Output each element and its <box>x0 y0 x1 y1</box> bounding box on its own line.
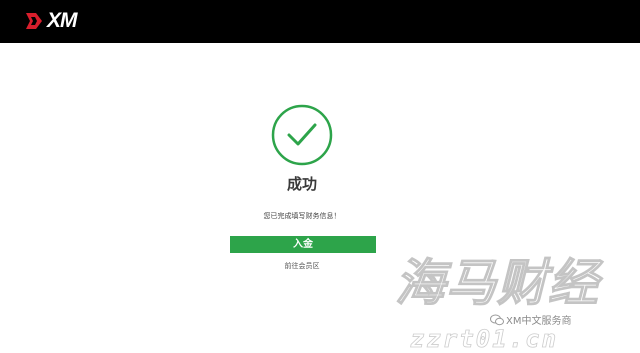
xm-logo[interactable]: XM <box>24 10 77 32</box>
deposit-button[interactable]: 入金 <box>230 236 376 253</box>
success-message: 您已完成填写财务信息！ <box>263 212 341 220</box>
wechat-icon <box>490 314 504 326</box>
check-circle-icon <box>271 104 333 166</box>
watermark-url: zzrt01.cn <box>410 325 559 353</box>
logo-text: XM <box>47 9 77 32</box>
watermark-brand: 海马财经 <box>394 254 599 312</box>
top-header-bar: XM <box>0 0 640 43</box>
xm-logo-mark-icon <box>24 12 44 30</box>
success-title: 成功 <box>286 175 317 193</box>
